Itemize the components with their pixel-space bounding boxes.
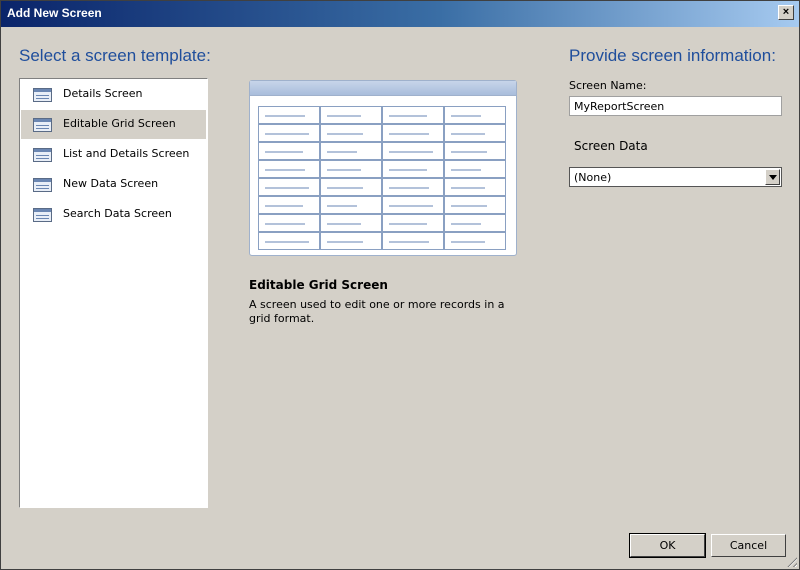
- template-item-label: Search Data Screen: [63, 207, 172, 220]
- preview-grid-cell: [444, 232, 506, 250]
- resize-grip-icon[interactable]: [785, 555, 797, 567]
- preview-grid-cell: [320, 160, 382, 178]
- preview-grid-cell: [258, 232, 320, 250]
- preview-grid-cell: [258, 124, 320, 142]
- preview-grid-cell: [444, 214, 506, 232]
- close-button[interactable]: ×: [778, 5, 794, 20]
- preview-grid-cell: [320, 142, 382, 160]
- preview-grid-cell: [320, 124, 382, 142]
- preview-grid-cell: [382, 196, 444, 214]
- template-list[interactable]: Details Screen Editable Grid Screen List…: [19, 78, 208, 508]
- title-bar[interactable]: Add New Screen ×: [1, 1, 799, 27]
- template-item-details-screen[interactable]: Details Screen: [21, 80, 206, 109]
- preview-grid-cell: [320, 106, 382, 124]
- screen-data-selected-value: (None): [574, 171, 612, 184]
- cancel-button[interactable]: Cancel: [711, 534, 786, 557]
- preview-grid-cell: [444, 142, 506, 160]
- preview-grid-cell: [258, 214, 320, 232]
- template-description-title: Editable Grid Screen: [249, 278, 388, 292]
- preview-grid-cell: [258, 196, 320, 214]
- preview-grid-cell: [320, 196, 382, 214]
- screen-data-label: Screen Data: [574, 139, 648, 153]
- select-template-heading: Select a screen template:: [19, 46, 211, 65]
- preview-grid-cell: [382, 124, 444, 142]
- preview-grid-cell: [320, 178, 382, 196]
- preview-title-bar: [250, 81, 516, 96]
- preview-grid-cell: [382, 160, 444, 178]
- new-data-template-icon: [33, 178, 52, 192]
- preview-grid-cell: [382, 178, 444, 196]
- template-item-label: New Data Screen: [63, 177, 159, 190]
- grid-template-icon: [33, 118, 52, 132]
- screen-name-input[interactable]: [569, 96, 782, 116]
- ok-button[interactable]: OK: [629, 533, 706, 558]
- preview-grid-cell: [444, 106, 506, 124]
- preview-grid-cell: [258, 142, 320, 160]
- preview-grid-cell: [320, 232, 382, 250]
- template-description-text: A screen used to edit one or more record…: [249, 298, 505, 325]
- template-preview-image: [249, 80, 517, 256]
- preview-grid-cell: [382, 214, 444, 232]
- preview-grid-cell: [382, 142, 444, 160]
- add-new-screen-dialog: Add New Screen × Select a screen templat…: [0, 0, 800, 570]
- search-data-template-icon: [33, 208, 52, 222]
- template-item-label: Details Screen: [63, 87, 143, 100]
- preview-grid-cell: [258, 160, 320, 178]
- preview-grid-cell: [382, 106, 444, 124]
- screen-info-heading: Provide screen information:: [569, 46, 776, 65]
- preview-grid-cell: [258, 178, 320, 196]
- template-item-list-and-details-screen[interactable]: List and Details Screen: [21, 140, 206, 169]
- screen-data-select[interactable]: (None): [569, 167, 782, 187]
- window-title: Add New Screen: [7, 6, 102, 20]
- screen-name-label: Screen Name:: [569, 79, 647, 92]
- list-details-template-icon: [33, 148, 52, 162]
- preview-grid-cell: [382, 232, 444, 250]
- preview-grid-cell: [444, 178, 506, 196]
- template-item-label: List and Details Screen: [63, 147, 190, 160]
- preview-grid-cell: [320, 214, 382, 232]
- screen-template-icon: [33, 88, 52, 102]
- template-item-label: Editable Grid Screen: [63, 117, 176, 130]
- template-item-new-data-screen[interactable]: New Data Screen: [21, 170, 206, 199]
- preview-grid-cell: [444, 196, 506, 214]
- template-item-editable-grid-screen[interactable]: Editable Grid Screen: [21, 110, 206, 139]
- preview-grid-cell: [258, 106, 320, 124]
- preview-grid-cell: [444, 124, 506, 142]
- preview-grid-cell: [444, 160, 506, 178]
- dropdown-arrow-icon[interactable]: [765, 169, 780, 185]
- template-item-search-data-screen[interactable]: Search Data Screen: [21, 200, 206, 229]
